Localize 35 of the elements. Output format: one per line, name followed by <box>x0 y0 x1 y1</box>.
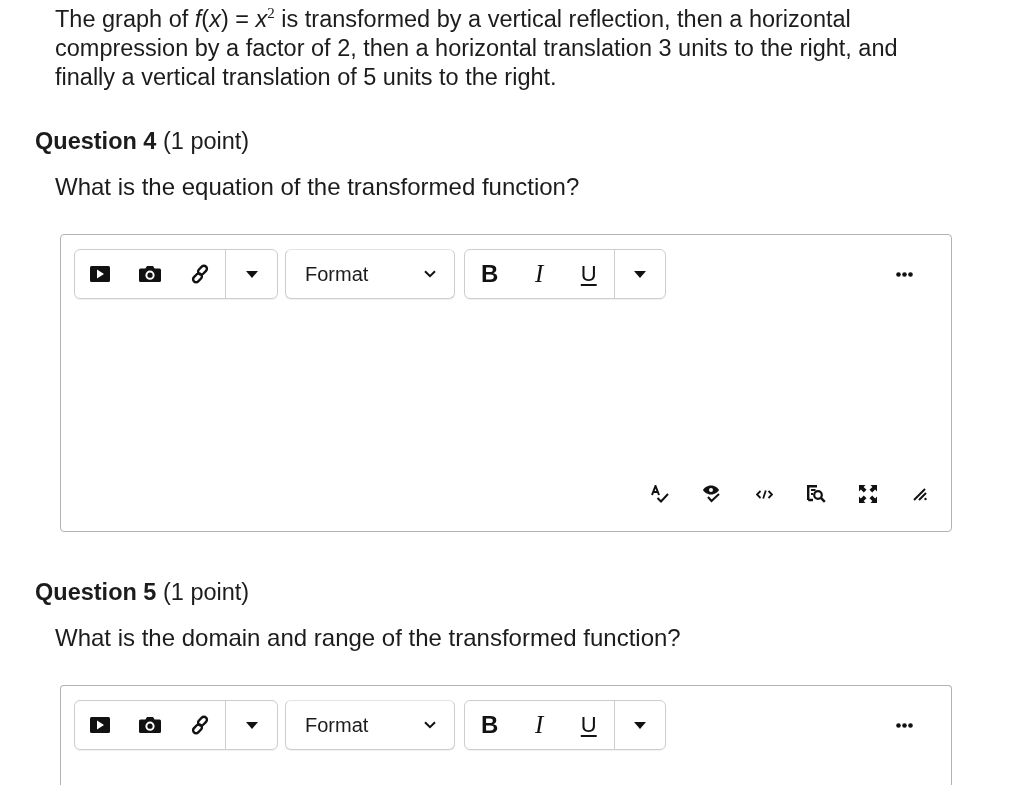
camera-icon <box>139 717 161 733</box>
chevron-down-icon <box>424 721 436 729</box>
caret-down-icon <box>633 721 646 729</box>
text-editor[interactable]: Format B I U <box>60 685 952 785</box>
ellipsis-icon <box>896 271 913 277</box>
question-prompt: What is the equation of the transformed function? <box>55 173 580 201</box>
ellipsis-icon <box>896 722 913 728</box>
caret-down-icon <box>245 270 258 278</box>
bold-button[interactable]: B <box>465 701 515 749</box>
link-icon <box>190 264 210 284</box>
link-icon <box>190 715 210 735</box>
spellcheck-icon <box>651 485 669 503</box>
document-search-icon <box>806 485 826 503</box>
text-editor[interactable]: Format B I U <box>60 234 952 532</box>
play-icon <box>90 717 110 733</box>
format-dropdown[interactable]: Format <box>285 249 455 299</box>
underline-button[interactable]: U <box>564 701 614 749</box>
camera-icon <box>139 266 161 282</box>
problem-statement: The graph of f(x) = x$^{2}$ is transformed by a vertical reflection, then a horizontal compression by a factor of 2, then a horizontal translation 3 units to the right, and finally a vertical translation of 5 units to the right. <box>55 5 899 92</box>
fullscreen-icon <box>859 485 877 503</box>
question-heading: Question 5 (1 point) <box>35 578 250 606</box>
eye-check-icon <box>703 485 721 503</box>
chevron-down-icon <box>424 270 436 278</box>
question-heading: Question 4 (1 point) <box>35 127 250 155</box>
italic-button[interactable]: I <box>514 250 564 298</box>
code-icon <box>755 489 773 499</box>
format-dropdown[interactable]: Format <box>285 700 455 750</box>
underline-button[interactable]: U <box>564 250 614 298</box>
italic-button[interactable]: I <box>514 701 564 749</box>
bold-button[interactable]: B <box>465 250 515 298</box>
play-icon <box>90 266 110 282</box>
caret-down-icon <box>245 721 258 729</box>
caret-down-icon <box>633 270 646 278</box>
question-prompt: What is the domain and range of the transformed function? <box>55 624 681 652</box>
resize-grip-icon <box>912 487 928 501</box>
